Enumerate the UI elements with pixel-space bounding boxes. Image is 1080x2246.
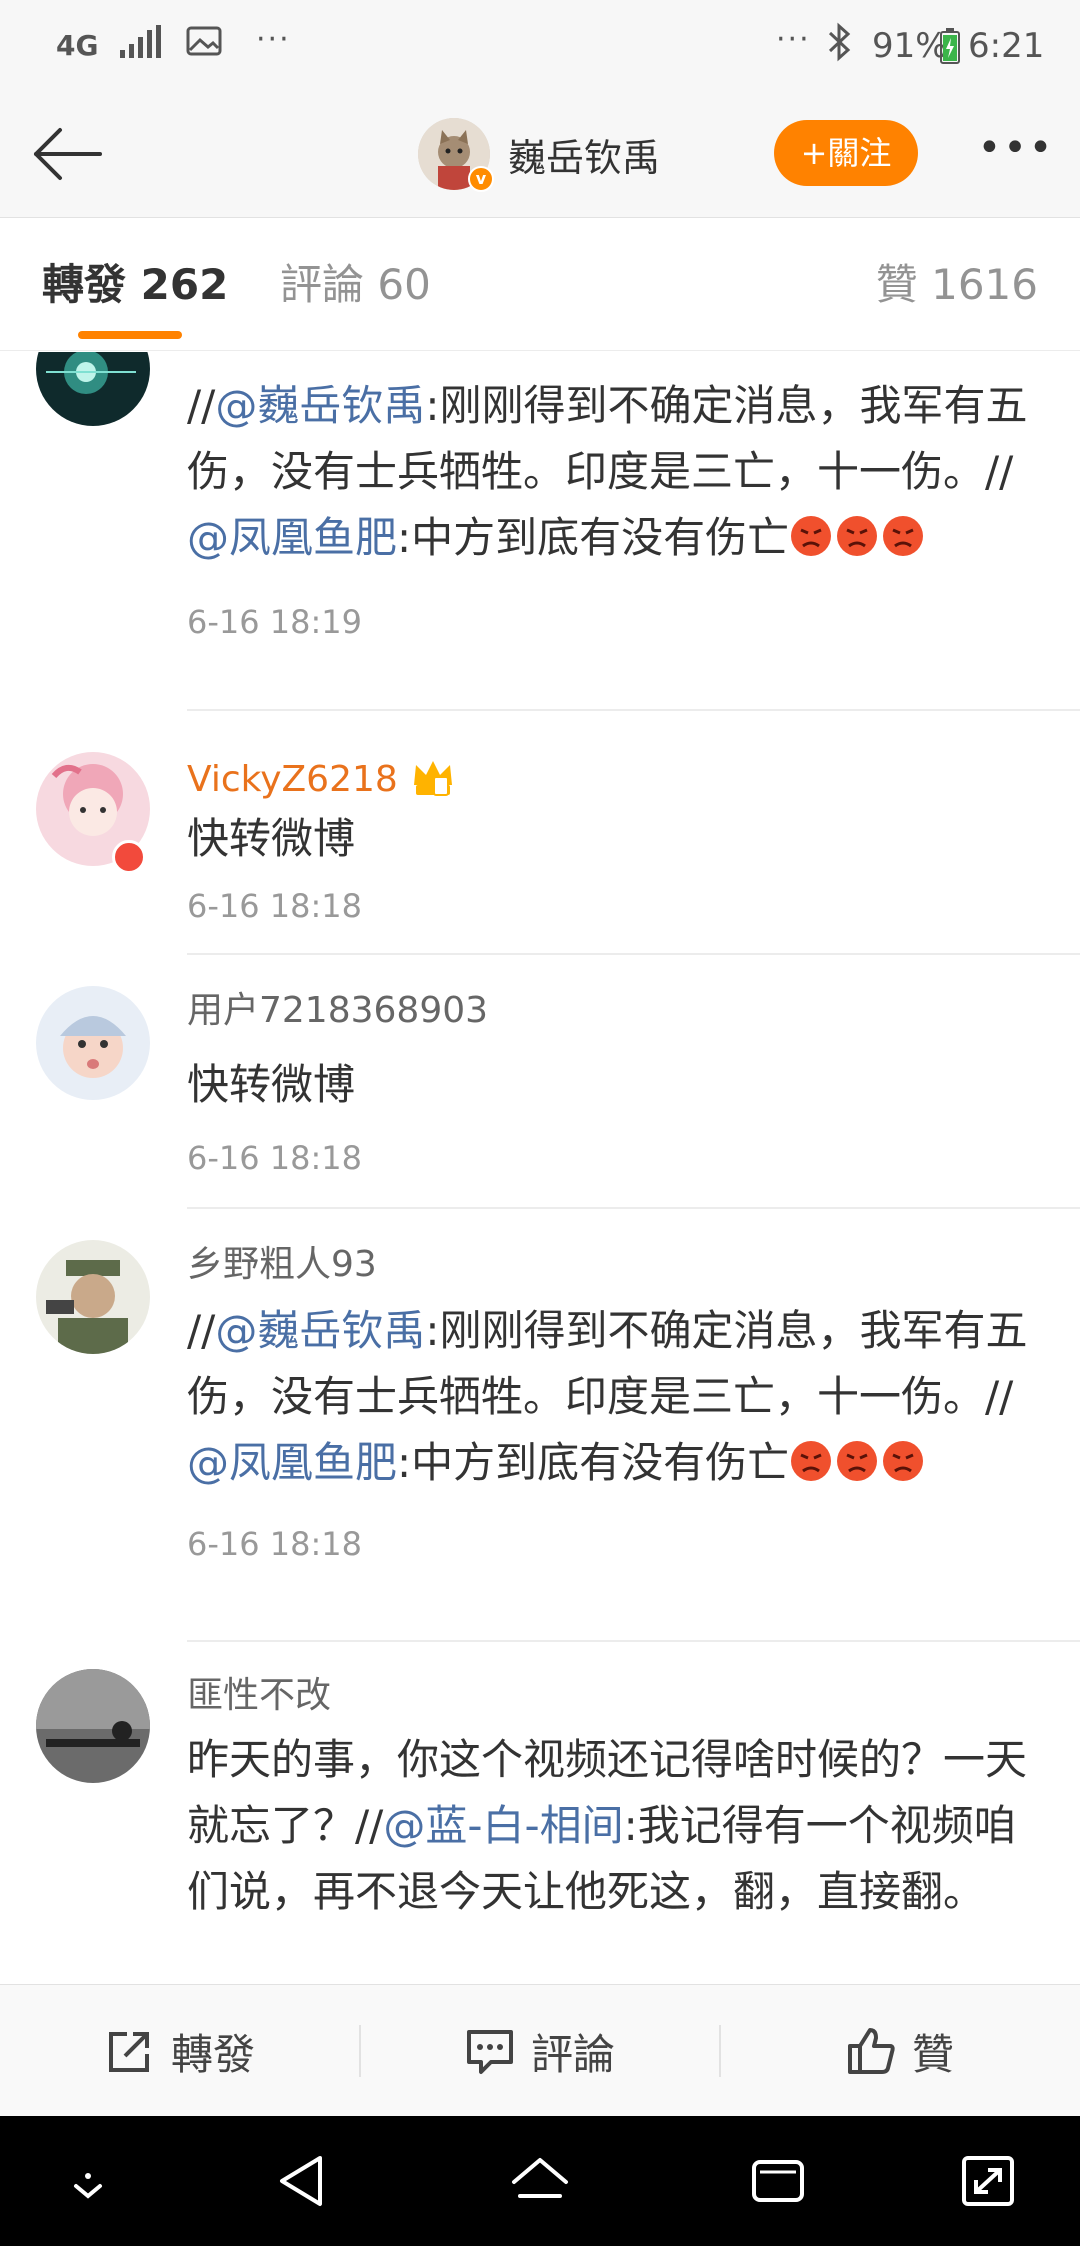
battery-icon xyxy=(940,28,960,64)
tab-bar: 轉發 262 評論 60 贊 1616 xyxy=(0,219,1080,351)
mention-link[interactable]: @巍岳钦禹 xyxy=(215,381,425,430)
gallery-icon xyxy=(186,26,222,56)
angry-face-emoji-icon xyxy=(883,516,924,556)
comment-label: 評論 xyxy=(530,2029,615,2079)
share-icon xyxy=(108,2032,149,2072)
username[interactable]: VickyZ6218 xyxy=(187,755,456,802)
active-tab-indicator xyxy=(78,331,182,339)
back-triangle-icon[interactable] xyxy=(262,2146,342,2216)
profile-header[interactable]: v 巍岳钦禹 xyxy=(418,116,660,192)
divider xyxy=(187,1207,1080,1209)
list-item[interactable]: 匪性不改 昨天的事，你这个视频还记得啥时候的？一天就忘了？//@蓝-白-相间:我… xyxy=(0,1643,1080,1982)
comment-button[interactable]: 評論 xyxy=(360,1985,720,2117)
follow-button[interactable]: +關注 xyxy=(774,120,918,186)
timestamp: 6-16 18:18 xyxy=(187,887,363,925)
status-dots: ··· xyxy=(776,22,811,57)
verified-badge-icon: v xyxy=(468,166,494,192)
angry-face-emoji-icon xyxy=(837,1441,878,1481)
crown-vip-icon xyxy=(413,761,452,796)
battery-percent: 91% xyxy=(872,26,948,66)
list-item[interactable]: 乡野粗人93 //@巍岳钦禹:刚刚得到不确定消息，我军有五伤，没有士兵牺牲。印度… xyxy=(0,1210,1080,1642)
divider xyxy=(187,953,1080,955)
tab-comments[interactable]: 評論 60 xyxy=(280,257,431,313)
comment-icon xyxy=(466,2030,513,2074)
chevron-down-icon[interactable] xyxy=(48,2146,128,2216)
repost-content: 昨天的事，你这个视频还记得啥时候的？一天就忘了？//@蓝-白-相间:我记得有一个… xyxy=(187,1735,1028,1916)
mention-link[interactable]: @巍岳钦禹 xyxy=(215,1306,425,1355)
tab-likes[interactable]: 贊 1616 xyxy=(876,257,1038,313)
tab-reposts[interactable]: 轉發 262 xyxy=(42,257,228,313)
avatar[interactable] xyxy=(36,352,150,426)
repost-content: 快转微博 xyxy=(187,814,356,863)
home-icon[interactable] xyxy=(500,2146,580,2216)
thumbs-up-icon xyxy=(847,2028,895,2074)
repost-content: //@巍岳钦禹:刚刚得到不确定消息，我军有五伤，没有士兵牺牲。印度是三亡，十一伤… xyxy=(187,1306,1028,1487)
list-item[interactable]: 用户7218368903 快转微博 6-16 18:18 xyxy=(0,956,1080,1209)
repost-list[interactable]: //@巍岳钦禹:刚刚得到不确定消息，我军有五伤，没有士兵牺牲。印度是三亡，十一伤… xyxy=(0,352,1080,1982)
clock: 6:21 xyxy=(968,26,1045,66)
username[interactable]: 乡野粗人93 xyxy=(187,1243,377,1287)
notification-dots: ··· xyxy=(256,22,291,57)
repost-content: 快转微博 xyxy=(187,1060,356,1109)
mention-link[interactable]: @凤凰鱼肥 xyxy=(187,513,397,562)
list-item[interactable]: //@巍岳钦禹:刚刚得到不确定消息，我军有五伤，没有士兵牺牲。印度是三亡，十一伤… xyxy=(0,352,1080,674)
angry-face-emoji-icon xyxy=(791,1441,832,1481)
list-item[interactable]: VickyZ6218 快转微博 6-16 18:18 xyxy=(0,712,1080,955)
avatar[interactable] xyxy=(36,986,150,1100)
repost-label: 轉發 xyxy=(170,2029,255,2079)
angry-face-emoji-icon xyxy=(883,1441,924,1481)
more-options-icon[interactable]: ••• xyxy=(976,118,1056,188)
arrow-left-icon[interactable] xyxy=(26,120,106,188)
bottom-action-bar: 轉發 評論 贊 xyxy=(0,1984,1080,2116)
avatar[interactable] xyxy=(36,1669,150,1783)
signal-icon xyxy=(120,25,161,58)
repost-content: //@巍岳钦禹:刚刚得到不确定消息，我军有五伤，没有士兵牺牲。印度是三亡，十一伤… xyxy=(187,381,1028,562)
status-bar: 4G ··· ··· 91% 6:21 xyxy=(0,0,1080,90)
divider xyxy=(187,1640,1080,1642)
username[interactable]: 用户7218368903 xyxy=(187,989,488,1033)
timestamp: 6-16 18:18 xyxy=(187,1139,363,1177)
like-button[interactable]: 贊 xyxy=(720,1985,1080,2117)
username[interactable]: 匪性不改 xyxy=(187,1674,331,1718)
verified-badge-icon xyxy=(112,840,146,874)
header: v 巍岳钦禹 +關注 ••• xyxy=(0,90,1080,218)
expand-icon[interactable] xyxy=(948,2146,1028,2216)
profile-name[interactable]: 巍岳钦禹 xyxy=(508,127,660,182)
bluetooth-icon xyxy=(828,22,851,62)
angry-face-emoji-icon xyxy=(791,516,832,556)
system-nav-bar xyxy=(0,2116,1080,2246)
timestamp: 6-16 18:19 xyxy=(187,603,363,641)
avatar[interactable]: v xyxy=(418,118,494,192)
network-indicator: 4G xyxy=(56,29,99,62)
repost-button[interactable]: 轉發 xyxy=(0,1985,360,2117)
mention-link[interactable]: @蓝-白-相间 xyxy=(383,1801,623,1850)
mention-link[interactable]: @凤凰鱼肥 xyxy=(187,1438,397,1487)
angry-face-emoji-icon xyxy=(837,516,878,556)
timestamp: 6-16 18:18 xyxy=(187,1525,363,1563)
divider xyxy=(187,709,1080,711)
recent-apps-icon[interactable] xyxy=(738,2146,818,2216)
like-label: 贊 xyxy=(911,2029,954,2079)
avatar[interactable] xyxy=(36,1240,150,1354)
